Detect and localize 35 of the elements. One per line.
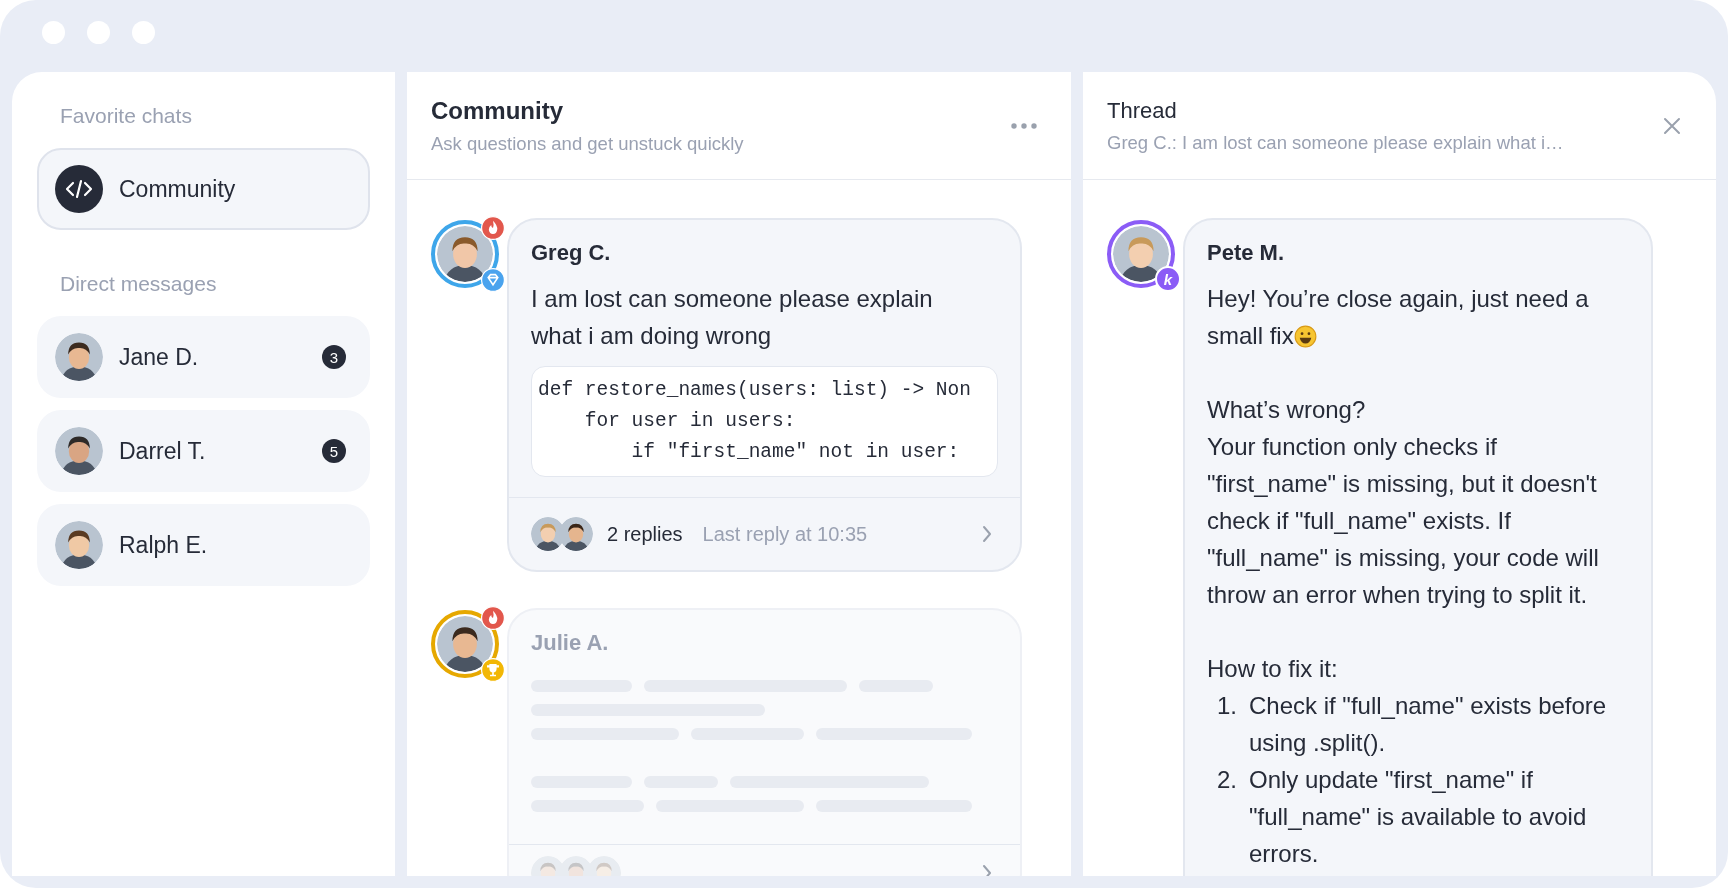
unread-count: 3 <box>322 345 346 369</box>
chat-name: Ralph E. <box>119 531 209 559</box>
unread-count: 5 <box>322 439 346 463</box>
chat-item[interactable]: Community <box>37 148 370 230</box>
list-item-text: Check if "full_name" exists before using .split(). <box>1249 691 1608 758</box>
chat-name: Darrel T. <box>119 437 207 465</box>
list-number: 1. <box>1217 691 1238 721</box>
thread-subtitle: Greg C.: I am lost can someone please explain what i… <box>1107 131 1564 154</box>
message-text: Hey! You’re close again, just need a small fix <box>1207 284 1590 351</box>
section-title: Favorite chats <box>59 104 193 128</box>
channel-subtitle: Ask questions and get unstuck quickly <box>431 132 744 155</box>
code-line: for user in users: <box>583 409 797 434</box>
author-name: Julie A. <box>531 630 610 656</box>
list-title: How to fix it: <box>1207 654 1339 684</box>
chat-name: Jane D. <box>119 343 200 371</box>
thread-title: Thread <box>1107 97 1178 124</box>
chat-item[interactable]: Ralph E. <box>37 504 370 586</box>
message-text: I am lost can someone please explain what i am doing wrong <box>531 284 934 351</box>
chat-item[interactable]: Darrel T. 5 <box>37 410 370 492</box>
code-line: if "first_name" not in user: <box>630 440 961 465</box>
list-number: 2. <box>1217 765 1238 795</box>
chat-item[interactable]: Jane D. 3 <box>37 316 370 398</box>
message-text: What’s wrong? <box>1207 395 1367 425</box>
replies-bar[interactable]: 2 replies Last reply at 10:35 <box>509 497 1020 570</box>
last-reply-time: Last reply at 10:35 <box>702 522 869 546</box>
chat-name: Community <box>119 175 237 203</box>
author-name: Greg C. <box>531 240 612 266</box>
reply-count: 2 replies <box>607 522 683 546</box>
channel-title: Community <box>431 96 564 125</box>
letter-badge: k <box>1155 266 1181 292</box>
section-title: Direct messages <box>59 272 218 296</box>
message-text: Your function only checks if "first_name" is missing, but it doesn't check if "full_name" exists. If "full_name" is missing, your code will throw an error when trying to split it. <box>1207 432 1600 610</box>
list-item-text: Only update "first_name" if "full_name" is available to avoid errors. <box>1249 765 1588 869</box>
code-line: def restore_names(users: list) -> Non <box>538 378 972 403</box>
author-name: Pete M. <box>1207 240 1286 266</box>
